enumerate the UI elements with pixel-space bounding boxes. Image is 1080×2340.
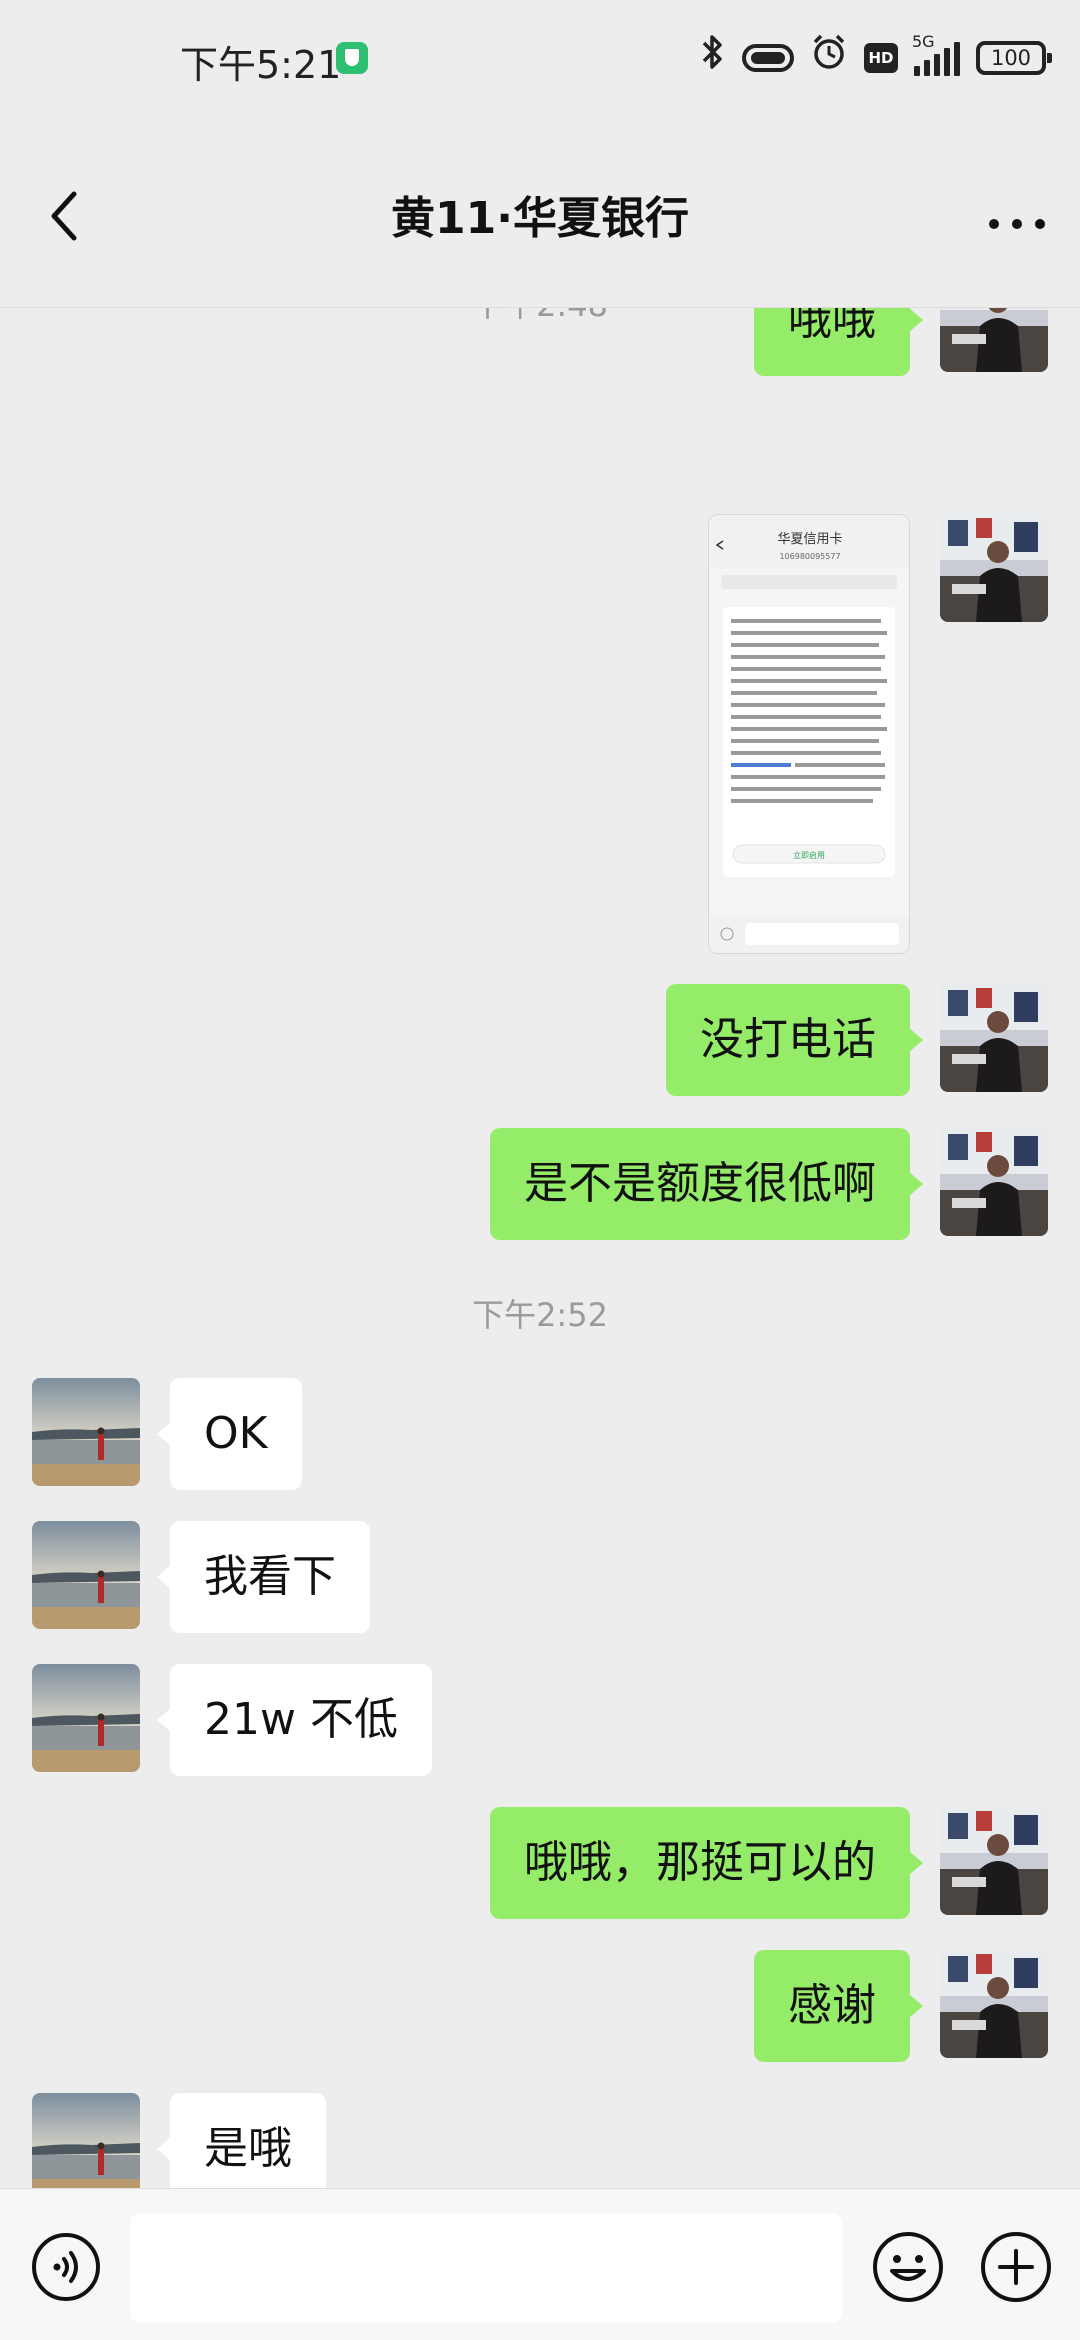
screenshot-image-message[interactable]: 华夏信用卡 106980095577 立即启用: [708, 514, 910, 954]
data-saver-icon: [742, 44, 794, 72]
message-input[interactable]: [130, 2213, 842, 2323]
status-bar: 下午5:21 HD 5G 100: [0, 0, 1080, 118]
alarm-icon: [810, 33, 848, 84]
chat-header: 黄11·华夏银行: [0, 118, 1080, 308]
contact-avatar[interactable]: [32, 1664, 140, 1772]
contact-avatar[interactable]: [32, 2093, 140, 2188]
message-bubble[interactable]: 哦哦，那挺可以的: [490, 1807, 923, 1919]
message-bubble[interactable]: 是不是额度很低啊: [490, 1128, 923, 1240]
contact-avatar[interactable]: [32, 1378, 140, 1486]
battery-icon: 100: [976, 41, 1052, 75]
image-preview-title: 华夏信用卡: [777, 532, 842, 547]
chat-title: 黄11·华夏银行: [391, 193, 689, 244]
image-preview-subtitle: 106980095577: [779, 552, 840, 561]
status-time: 下午5:21: [180, 43, 342, 87]
message-bubble[interactable]: OK: [157, 1378, 302, 1490]
my-avatar[interactable]: [940, 1950, 1048, 2058]
network-type: 5G: [912, 32, 935, 51]
image-preview-button: 立即启用: [793, 850, 825, 860]
my-avatar[interactable]: [940, 514, 1048, 622]
plus-icon[interactable]: [978, 2229, 1054, 2305]
message-bubble[interactable]: 我看下: [157, 1521, 370, 1633]
my-avatar[interactable]: [940, 1807, 1048, 1915]
message-timestamp: 下午2:52: [472, 1296, 608, 1334]
message-bubble[interactable]: 21w 不低: [157, 1664, 432, 1776]
message-bubble[interactable]: 是哦: [157, 2093, 326, 2188]
emoji-icon[interactable]: [870, 2229, 946, 2305]
my-avatar[interactable]: [940, 1128, 1048, 1236]
message-bubble[interactable]: 感谢: [754, 1950, 923, 2062]
hd-icon: HD: [864, 43, 898, 73]
more-icon[interactable]: [984, 176, 1050, 242]
voice-icon[interactable]: [30, 2231, 102, 2303]
message-list[interactable]: 哦哦 下午2:48 华夏信用卡 106980095577: [0, 118, 1080, 2188]
status-icons: HD 5G 100: [700, 32, 1052, 80]
my-avatar[interactable]: [940, 984, 1048, 1092]
signal-icon: 5G: [912, 32, 960, 76]
contact-avatar[interactable]: [32, 1521, 140, 1629]
input-bar: [0, 2188, 1080, 2340]
message-bubble[interactable]: 没打电话: [666, 984, 923, 1096]
shield-icon: [336, 42, 368, 74]
bluetooth-icon: [700, 33, 726, 84]
